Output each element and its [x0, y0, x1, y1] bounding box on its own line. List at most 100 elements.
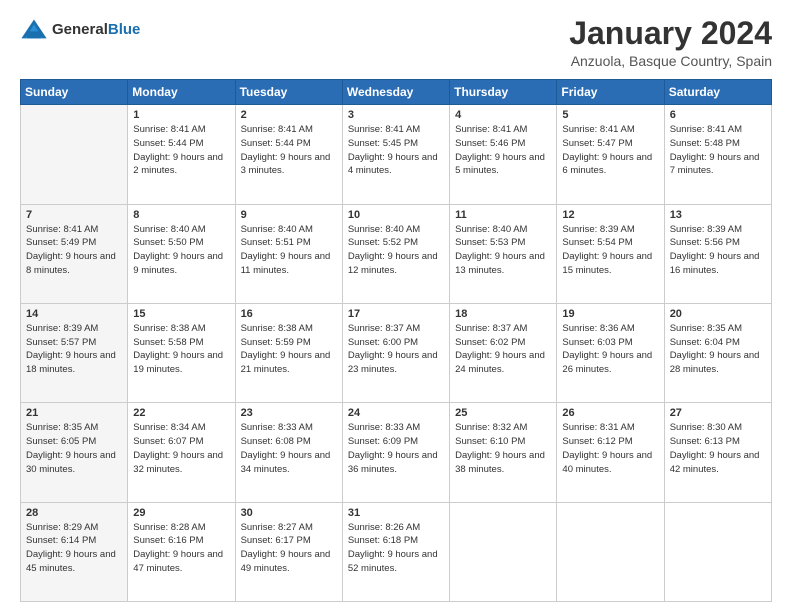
calendar-header-row: Sunday Monday Tuesday Wednesday Thursday…	[21, 80, 772, 105]
header-friday: Friday	[557, 80, 664, 105]
logo-blue: Blue	[108, 21, 141, 38]
day-number: 25	[455, 407, 551, 419]
table-row: 6Sunrise: 8:41 AMSunset: 5:48 PMDaylight…	[664, 105, 771, 204]
day-number: 3	[348, 109, 444, 121]
table-row: 12 Sunrise: 8:39 AMSunset: 5:54 PMDayligh…	[557, 204, 664, 303]
table-row: 10 Sunrise: 8:40 AMSunset: 5:52 PMDayligh…	[342, 204, 449, 303]
calendar-week-row: 28 Sunrise: 8:29 AMSunset: 6:14 PMDayligh…	[21, 502, 772, 601]
day-info: Sunrise: 8:37 AMSunset: 6:00 PMDaylight:…	[348, 322, 444, 377]
day-info: Sunrise: 8:39 AMSunset: 5:56 PMDaylight:…	[670, 223, 766, 278]
day-info: Sunrise: 8:41 AMSunset: 5:48 PMDaylight:…	[670, 123, 766, 178]
day-info: Sunrise: 8:41 AMSunset: 5:46 PMDaylight:…	[455, 123, 551, 178]
table-row: 23 Sunrise: 8:33 AMSunset: 6:08 PMDayligh…	[235, 403, 342, 502]
day-number: 26	[562, 407, 658, 419]
day-info: Sunrise: 8:33 AMSunset: 6:08 PMDaylight:…	[241, 421, 337, 476]
table-row: 5 Sunrise: 8:41 AMSunset: 5:47 PMDaylight…	[557, 105, 664, 204]
day-number: 12	[562, 209, 658, 221]
day-info: Sunrise: 8:41 AMSunset: 5:45 PMDaylight:…	[348, 123, 444, 178]
table-row: 7 Sunrise: 8:41 AMSunset: 5:49 PMDaylight…	[21, 204, 128, 303]
header-wednesday: Wednesday	[342, 80, 449, 105]
day-number: 15	[133, 308, 229, 320]
day-info: Sunrise: 8:40 AMSunset: 5:52 PMDaylight:…	[348, 223, 444, 278]
day-info: Sunrise: 8:33 AMSunset: 6:09 PMDaylight:…	[348, 421, 444, 476]
table-row: 29Sunrise: 8:28 AMSunset: 6:16 PMDayligh…	[128, 502, 235, 601]
header-sunday: Sunday	[21, 80, 128, 105]
table-row: 24 Sunrise: 8:33 AMSunset: 6:09 PMDayligh…	[342, 403, 449, 502]
day-number: 8	[133, 209, 229, 221]
logo: GeneralBlue	[20, 16, 140, 44]
table-row: 20Sunrise: 8:35 AMSunset: 6:04 PMDayligh…	[664, 303, 771, 402]
table-row	[21, 105, 128, 204]
day-info: Sunrise: 8:35 AMSunset: 6:04 PMDaylight:…	[670, 322, 766, 377]
calendar-week-row: 7 Sunrise: 8:41 AMSunset: 5:49 PMDaylight…	[21, 204, 772, 303]
calendar-week-row: 14 Sunrise: 8:39 AMSunset: 5:57 PMDayligh…	[21, 303, 772, 402]
day-info: Sunrise: 8:36 AMSunset: 6:03 PMDaylight:…	[562, 322, 658, 377]
table-row: 9Sunrise: 8:40 AMSunset: 5:51 PMDaylight…	[235, 204, 342, 303]
table-row	[450, 502, 557, 601]
month-title: January 2024	[569, 16, 772, 51]
table-row: 21Sunrise: 8:35 AMSunset: 6:05 PMDayligh…	[21, 403, 128, 502]
logo-general: General	[52, 21, 108, 38]
header: GeneralBlue January 2024 Anzuola, Basque…	[20, 16, 772, 69]
title-block: January 2024 Anzuola, Basque Country, Sp…	[569, 16, 772, 69]
header-saturday: Saturday	[664, 80, 771, 105]
day-number: 30	[241, 507, 337, 519]
calendar-week-row: 1 Sunrise: 8:41 AMSunset: 5:44 PMDaylight…	[21, 105, 772, 204]
day-info: Sunrise: 8:40 AMSunset: 5:53 PMDaylight:…	[455, 223, 551, 278]
table-row: 15 Sunrise: 8:38 AMSunset: 5:58 PMDayligh…	[128, 303, 235, 402]
table-row: 26 Sunrise: 8:31 AMSunset: 6:12 PMDayligh…	[557, 403, 664, 502]
day-number: 24	[348, 407, 444, 419]
table-row: 28 Sunrise: 8:29 AMSunset: 6:14 PMDayligh…	[21, 502, 128, 601]
day-info: Sunrise: 8:37 AMSunset: 6:02 PMDaylight:…	[455, 322, 551, 377]
table-row: 18Sunrise: 8:37 AMSunset: 6:02 PMDayligh…	[450, 303, 557, 402]
day-number: 22	[133, 407, 229, 419]
table-row: 17Sunrise: 8:37 AMSunset: 6:00 PMDayligh…	[342, 303, 449, 402]
day-number: 4	[455, 109, 551, 121]
day-number: 9	[241, 209, 337, 221]
day-info: Sunrise: 8:29 AMSunset: 6:14 PMDaylight:…	[26, 521, 122, 576]
header-monday: Monday	[128, 80, 235, 105]
day-number: 5	[562, 109, 658, 121]
location: Anzuola, Basque Country, Spain	[569, 53, 772, 69]
day-info: Sunrise: 8:41 AMSunset: 5:47 PMDaylight:…	[562, 123, 658, 178]
calendar-table: Sunday Monday Tuesday Wednesday Thursday…	[20, 79, 772, 602]
calendar-week-row: 21Sunrise: 8:35 AMSunset: 6:05 PMDayligh…	[21, 403, 772, 502]
day-info: Sunrise: 8:35 AMSunset: 6:05 PMDaylight:…	[26, 421, 122, 476]
table-row: 16 Sunrise: 8:38 AMSunset: 5:59 PMDayligh…	[235, 303, 342, 402]
day-number: 28	[26, 507, 122, 519]
day-number: 10	[348, 209, 444, 221]
day-number: 27	[670, 407, 766, 419]
day-info: Sunrise: 8:38 AMSunset: 5:58 PMDaylight:…	[133, 322, 229, 377]
day-info: Sunrise: 8:34 AMSunset: 6:07 PMDaylight:…	[133, 421, 229, 476]
table-row	[664, 502, 771, 601]
day-info: Sunrise: 8:28 AMSunset: 6:16 PMDaylight:…	[133, 521, 229, 576]
header-thursday: Thursday	[450, 80, 557, 105]
day-info: Sunrise: 8:31 AMSunset: 6:12 PMDaylight:…	[562, 421, 658, 476]
table-row: 8Sunrise: 8:40 AMSunset: 5:50 PMDaylight…	[128, 204, 235, 303]
day-info: Sunrise: 8:38 AMSunset: 5:59 PMDaylight:…	[241, 322, 337, 377]
day-info: Sunrise: 8:26 AMSunset: 6:18 PMDaylight:…	[348, 521, 444, 576]
day-number: 16	[241, 308, 337, 320]
day-number: 7	[26, 209, 122, 221]
table-row: 11 Sunrise: 8:40 AMSunset: 5:53 PMDayligh…	[450, 204, 557, 303]
day-info: Sunrise: 8:41 AMSunset: 5:44 PMDaylight:…	[241, 123, 337, 178]
table-row: 3 Sunrise: 8:41 AMSunset: 5:45 PMDaylight…	[342, 105, 449, 204]
day-number: 31	[348, 507, 444, 519]
day-number: 11	[455, 209, 551, 221]
table-row: 1Sunrise: 8:41 AMSunset: 5:44 PMDaylight…	[128, 105, 235, 204]
header-tuesday: Tuesday	[235, 80, 342, 105]
day-number: 13	[670, 209, 766, 221]
day-number: 14	[26, 308, 122, 320]
day-info: Sunrise: 8:39 AMSunset: 5:54 PMDaylight:…	[562, 223, 658, 278]
day-info: Sunrise: 8:39 AMSunset: 5:57 PMDaylight:…	[26, 322, 122, 377]
day-info: Sunrise: 8:41 AMSunset: 5:49 PMDaylight:…	[26, 223, 122, 278]
table-row	[557, 502, 664, 601]
day-info: Sunrise: 8:32 AMSunset: 6:10 PMDaylight:…	[455, 421, 551, 476]
table-row: 14 Sunrise: 8:39 AMSunset: 5:57 PMDayligh…	[21, 303, 128, 402]
table-row: 30 Sunrise: 8:27 AMSunset: 6:17 PMDayligh…	[235, 502, 342, 601]
day-info: Sunrise: 8:27 AMSunset: 6:17 PMDaylight:…	[241, 521, 337, 576]
day-number: 2	[241, 109, 337, 121]
day-number: 23	[241, 407, 337, 419]
logo-icon	[20, 16, 48, 44]
day-number: 1	[133, 109, 229, 121]
